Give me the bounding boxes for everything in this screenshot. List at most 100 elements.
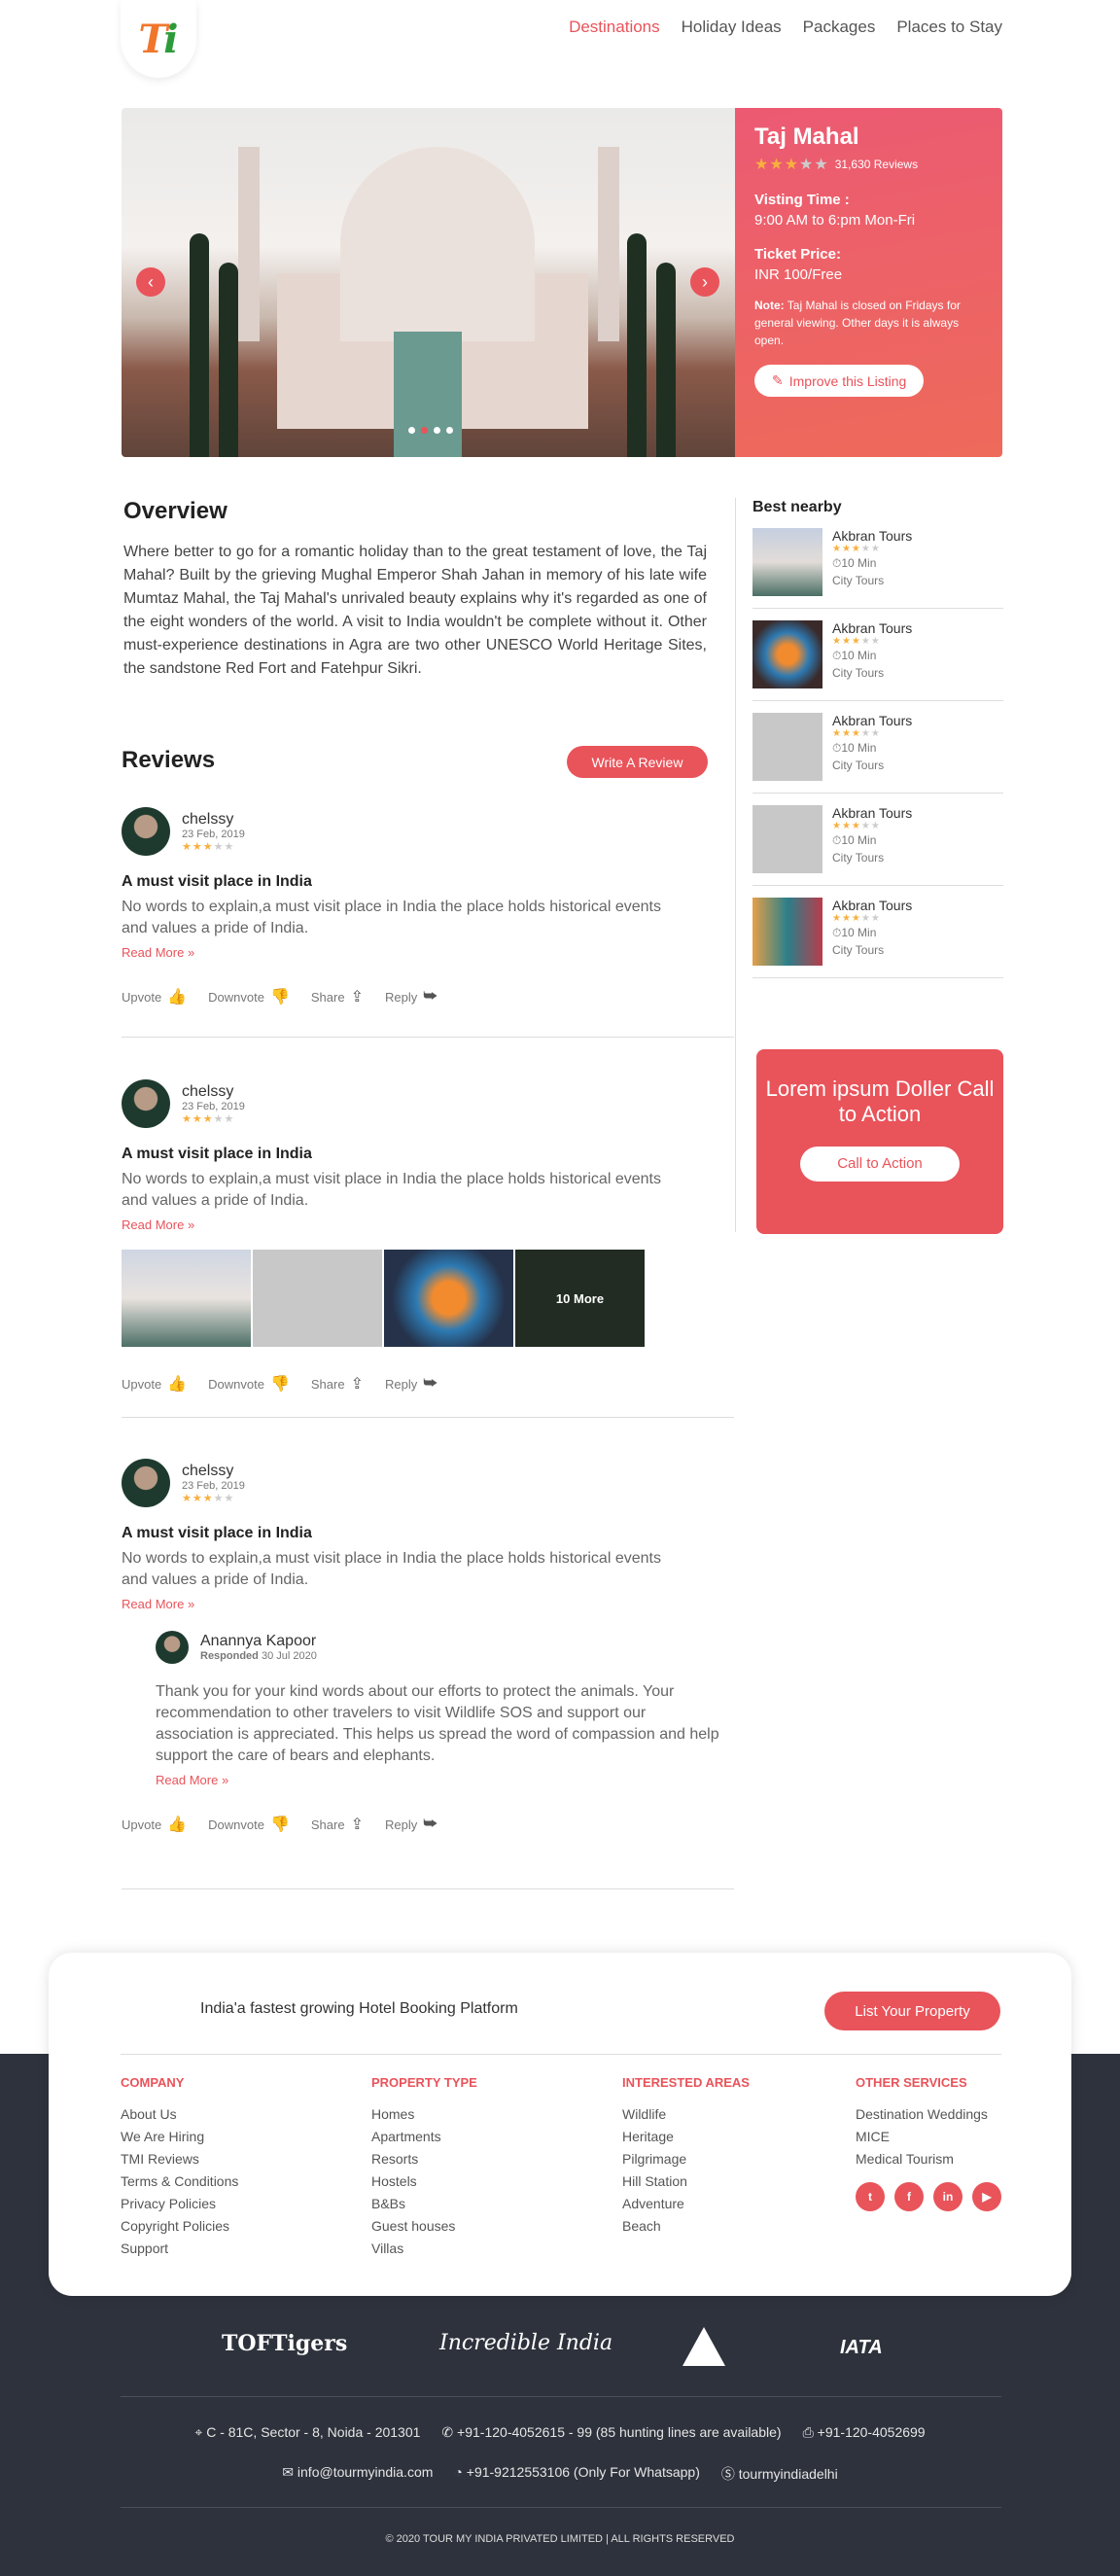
share-button[interactable]: Share ⇪ bbox=[311, 987, 364, 1006]
list-property-button[interactable]: List Your Property bbox=[824, 1992, 1000, 2030]
footer-link[interactable]: About Us bbox=[121, 2103, 238, 2126]
carousel-dot[interactable] bbox=[446, 427, 453, 434]
footer-link[interactable]: Copyright Policies bbox=[121, 2215, 238, 2238]
footer-link[interactable]: Medical Tourism bbox=[856, 2148, 1001, 2170]
review-photo[interactable] bbox=[253, 1250, 382, 1347]
footer-link[interactable]: B&Bs bbox=[371, 2193, 477, 2215]
more-photos-button[interactable]: 10 More bbox=[515, 1250, 645, 1347]
review-stars: ★★★★★ bbox=[182, 1492, 235, 1504]
downvote-button[interactable]: Downvote 👎 bbox=[208, 1374, 290, 1394]
responder-name[interactable]: Anannya Kapoor bbox=[200, 1633, 317, 1650]
nearby-name[interactable]: Akbran Tours bbox=[832, 620, 912, 636]
divider bbox=[122, 1888, 734, 1889]
reply-label: Reply bbox=[384, 989, 418, 1005]
footer-link[interactable]: Pilgrimage bbox=[622, 2148, 750, 2170]
footer-link[interactable]: Adventure bbox=[622, 2193, 750, 2215]
reviewer-name[interactable]: chelssy bbox=[182, 811, 245, 829]
write-review-button[interactable]: Write A Review bbox=[567, 746, 708, 778]
twitter-icon[interactable]: t bbox=[856, 2182, 885, 2211]
reply-button[interactable]: Reply ⮩ bbox=[385, 988, 438, 1006]
carousel-prev-button[interactable]: ‹ bbox=[136, 267, 165, 297]
downvote-button[interactable]: Downvote 👎 bbox=[208, 987, 290, 1006]
clock-icon: ⏱ bbox=[832, 926, 842, 939]
nearby-name[interactable]: Akbran Tours bbox=[832, 898, 912, 913]
footer-link[interactable]: Apartments bbox=[371, 2126, 477, 2148]
avatar[interactable] bbox=[122, 1459, 170, 1507]
read-more-link[interactable]: Read More » bbox=[156, 1773, 710, 1787]
site-logo[interactable]: Ti bbox=[121, 0, 196, 78]
nav-destinations[interactable]: Destinations bbox=[569, 18, 660, 37]
monument-dome bbox=[340, 147, 535, 341]
nearby-name[interactable]: Akbran Tours bbox=[832, 528, 912, 544]
review-header: chelssy 23 Feb, 2019 ★★★★★ bbox=[122, 1079, 734, 1128]
review-photo[interactable] bbox=[122, 1250, 251, 1347]
nearby-name[interactable]: Akbran Tours bbox=[832, 805, 912, 821]
footer-link[interactable]: MICE bbox=[856, 2126, 1001, 2148]
nearby-item[interactable]: Akbran Tours ★★★★★ ⏱10 Min City Tours bbox=[752, 701, 1003, 794]
read-more-link[interactable]: Read More » bbox=[122, 945, 734, 960]
footer-link[interactable]: Villas bbox=[371, 2238, 477, 2260]
email[interactable]: ✉ info@tourmyindia.com bbox=[282, 2464, 433, 2484]
facebook-icon[interactable]: f bbox=[894, 2182, 924, 2211]
nearby-thumbnail[interactable] bbox=[752, 713, 822, 781]
read-more-link[interactable]: Read More » bbox=[122, 1217, 734, 1232]
upvote-button[interactable]: Upvote 👍 bbox=[122, 987, 187, 1006]
nearby-time-value: 10 Min bbox=[841, 926, 877, 939]
footer-link[interactable]: Privacy Policies bbox=[121, 2193, 238, 2215]
upvote-button[interactable]: Upvote 👍 bbox=[122, 1815, 187, 1834]
footer-link[interactable]: Hill Station bbox=[622, 2170, 750, 2193]
nearby-item[interactable]: Akbran Tours ★★★★★ ⏱10 Min City Tours bbox=[752, 794, 1003, 886]
footer-link[interactable]: Hostels bbox=[371, 2170, 477, 2193]
footer-link[interactable]: Heritage bbox=[622, 2126, 750, 2148]
avatar[interactable] bbox=[122, 1079, 170, 1128]
fax-text: +91-120-4052699 bbox=[817, 2424, 926, 2440]
footer-link[interactable]: Beach bbox=[622, 2215, 750, 2238]
footer-link[interactable]: Support bbox=[121, 2238, 238, 2260]
improve-listing-button[interactable]: ✎ Improve this Listing bbox=[754, 365, 925, 397]
upvote-button[interactable]: Upvote 👍 bbox=[122, 1374, 187, 1394]
footer-link[interactable]: We Are Hiring bbox=[121, 2126, 238, 2148]
nav-holiday-ideas[interactable]: Holiday Ideas bbox=[682, 18, 782, 37]
nav-places-to-stay[interactable]: Places to Stay bbox=[896, 18, 1002, 37]
nearby-thumbnail[interactable] bbox=[752, 528, 822, 596]
carousel-next-button[interactable]: › bbox=[690, 267, 719, 297]
footer-link[interactable]: Homes bbox=[371, 2103, 477, 2126]
nearby-thumbnail[interactable] bbox=[752, 620, 822, 688]
linkedin-icon[interactable]: in bbox=[933, 2182, 962, 2211]
reply-button[interactable]: Reply ⮩ bbox=[385, 1816, 438, 1833]
nearby-thumbnail[interactable] bbox=[752, 898, 822, 966]
review-photo[interactable] bbox=[384, 1250, 513, 1347]
carousel-dot[interactable] bbox=[408, 427, 415, 434]
downvote-button[interactable]: Downvote 👎 bbox=[208, 1815, 290, 1834]
share-button[interactable]: Share ⇪ bbox=[311, 1374, 364, 1394]
nearby-item[interactable]: Akbran Tours ★★★★★ ⏱10 Min City Tours bbox=[752, 886, 1003, 978]
phone[interactable]: ✆ +91-120-4052615 - 99 (85 hunting lines… bbox=[441, 2424, 781, 2441]
footer-link[interactable]: Wildlife bbox=[622, 2103, 750, 2126]
cta-button[interactable]: Call to Action bbox=[800, 1147, 960, 1182]
read-more-link[interactable]: Read More » bbox=[122, 1597, 734, 1611]
footer-link[interactable]: Guest houses bbox=[371, 2215, 477, 2238]
avatar[interactable] bbox=[156, 1631, 189, 1664]
reply-button[interactable]: Reply ⮩ bbox=[385, 1375, 438, 1393]
carousel-dot[interactable] bbox=[421, 427, 428, 434]
nearby-item[interactable]: Akbran Tours ★★★★★ ⏱10 Min City Tours bbox=[752, 516, 1003, 609]
carousel-dot[interactable] bbox=[434, 427, 440, 434]
thumbs-down-icon: 👎 bbox=[269, 1376, 290, 1393]
footer-link[interactable]: TMI Reviews bbox=[121, 2148, 238, 2170]
review-title: A must visit place in India bbox=[122, 1525, 312, 1541]
footer-link[interactable]: Terms & Conditions bbox=[121, 2170, 238, 2193]
footer-link[interactable]: Destination Weddings bbox=[856, 2103, 1001, 2126]
whatsapp[interactable]: ◔ +91-9212553106 (Only For Whatsapp) bbox=[454, 2464, 699, 2484]
footer-column: OTHER SERVICES Destination Weddings MICE Me… bbox=[856, 2075, 1001, 2211]
nearby-name[interactable]: Akbran Tours bbox=[832, 713, 912, 728]
nearby-item[interactable]: Akbran Tours ★★★★★ ⏱10 Min City Tours bbox=[752, 609, 1003, 701]
reviewer-name[interactable]: chelssy bbox=[182, 1463, 245, 1480]
avatar[interactable] bbox=[122, 807, 170, 856]
reviewer-name[interactable]: chelssy bbox=[182, 1083, 245, 1101]
skype[interactable]: Ⓢ tourmyindiadelhi bbox=[721, 2464, 838, 2484]
nearby-thumbnail[interactable] bbox=[752, 805, 822, 873]
share-button[interactable]: Share ⇪ bbox=[311, 1815, 364, 1834]
footer-link[interactable]: Resorts bbox=[371, 2148, 477, 2170]
nav-packages[interactable]: Packages bbox=[803, 18, 876, 37]
youtube-icon[interactable]: ▶ bbox=[972, 2182, 1001, 2211]
